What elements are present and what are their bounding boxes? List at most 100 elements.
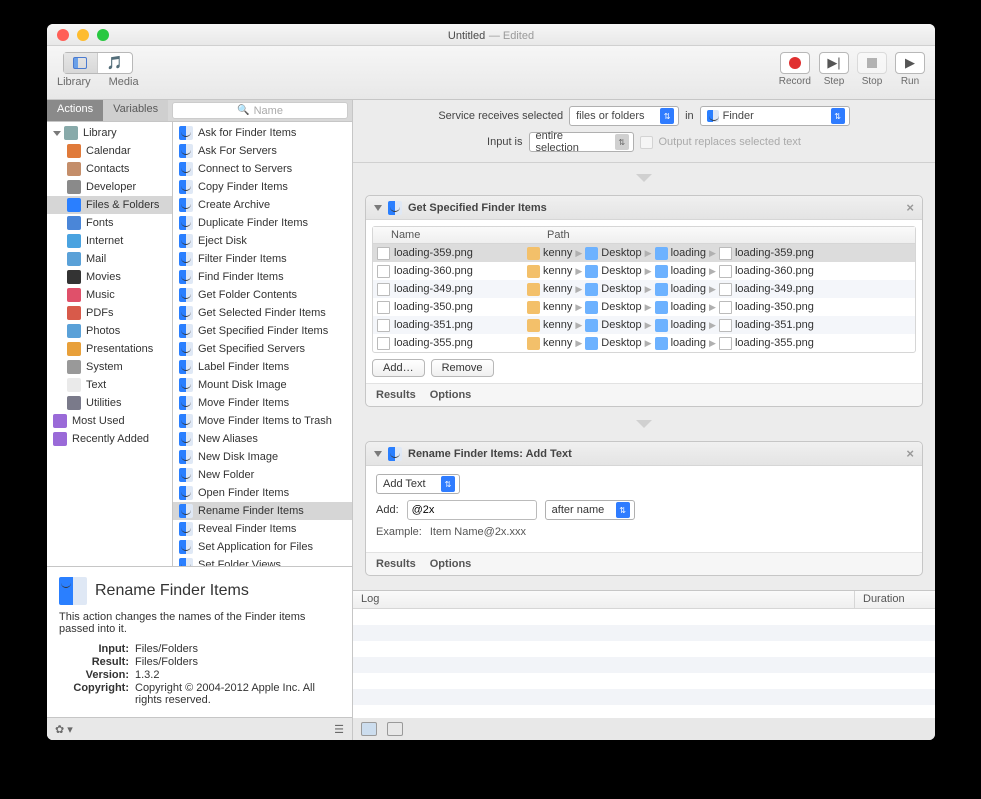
category-item[interactable]: Mail [47,250,172,268]
action-item[interactable]: Set Folder Views [173,556,352,566]
category-item[interactable]: Recently Added [47,430,172,448]
finder-icon [179,324,193,338]
action-item[interactable]: New Disk Image [173,448,352,466]
step-button[interactable]: ▶| [819,52,849,74]
finder-icon [59,577,87,605]
action-title: Rename Finder Items: Add Text [408,448,572,460]
record-button[interactable] [780,52,810,74]
remove-button[interactable]: Remove [431,359,494,377]
input-scope-select[interactable]: entire selection⇅ [529,132,634,152]
action-item[interactable]: Reveal Finder Items [173,520,352,538]
table-row[interactable]: loading-355.png kenny▶ Desktop▶ loading▶… [373,334,915,352]
workflow-area[interactable]: Get Specified Finder Items × Name Path l… [353,163,935,590]
action-item[interactable]: Move Finder Items [173,394,352,412]
action-item[interactable]: Mount Disk Image [173,376,352,394]
category-item[interactable]: Music [47,286,172,304]
image-icon [719,247,732,260]
category-item[interactable]: System [47,358,172,376]
action-item[interactable]: Eject Disk [173,232,352,250]
action-item[interactable]: Find Finder Items [173,268,352,286]
action-item[interactable]: Create Archive [173,196,352,214]
action-item[interactable]: Get Folder Contents [173,286,352,304]
columns-icon[interactable]: ☰ [334,723,344,736]
run-button[interactable]: ▶ [895,52,925,74]
action-item[interactable]: Get Specified Servers [173,340,352,358]
list-view-icon[interactable] [361,722,377,736]
add-text-input[interactable] [407,500,537,520]
action-item[interactable]: New Folder [173,466,352,484]
disclosure-icon[interactable] [374,205,382,211]
search-input[interactable]: 🔍 Name [172,102,348,119]
action-item[interactable]: Get Specified Finder Items [173,322,352,340]
table-row[interactable]: loading-359.png kenny▶ Desktop▶ loading▶… [373,244,915,262]
action-item[interactable]: Filter Finder Items [173,250,352,268]
category-item[interactable]: Presentations [47,340,172,358]
tab-actions[interactable]: Actions [47,100,103,121]
category-item[interactable]: Most Used [47,412,172,430]
category-item[interactable]: Library [47,124,172,142]
service-app-select[interactable]: Finder⇅ [700,106,850,126]
close-icon[interactable]: × [906,200,914,215]
category-item[interactable]: Fonts [47,214,172,232]
close-icon[interactable]: × [906,446,914,461]
disclosure-icon[interactable] [374,451,382,457]
table-row[interactable]: loading-349.png kenny▶ Desktop▶ loading▶… [373,280,915,298]
service-input-select[interactable]: files or folders⇅ [569,106,679,126]
category-item[interactable]: Utilities [47,394,172,412]
action-list[interactable]: Ask for Finder ItemsAsk For ServersConne… [173,122,352,566]
action-item[interactable]: Duplicate Finder Items [173,214,352,232]
position-select[interactable]: after name⇅ [545,500,635,520]
action-item[interactable]: Ask for Finder Items [173,124,352,142]
finder-items-table[interactable]: Name Path loading-359.png kenny▶ Desktop… [372,226,916,353]
action-item[interactable]: Get Selected Finder Items [173,304,352,322]
action-item[interactable]: New Aliases [173,430,352,448]
action-item[interactable]: Ask For Servers [173,142,352,160]
category-item[interactable]: Contacts [47,160,172,178]
category-item[interactable]: Developer [47,178,172,196]
category-item[interactable]: Movies [47,268,172,286]
image-icon [377,283,390,296]
folder-icon [585,247,598,260]
finder-icon [179,126,193,140]
finder-icon [179,288,193,302]
action-item[interactable]: Rename Finder Items [173,502,352,520]
finder-icon [179,378,193,392]
image-icon [377,319,390,332]
table-row[interactable]: loading-350.png kenny▶ Desktop▶ loading▶… [373,298,915,316]
category-item[interactable]: Internet [47,232,172,250]
library-toggle[interactable] [64,53,98,73]
results-button[interactable]: Results [376,389,416,401]
tab-variables[interactable]: Variables [103,100,168,121]
action-item[interactable]: Copy Finder Items [173,178,352,196]
options-button[interactable]: Options [430,389,472,401]
folder-icon [655,247,668,260]
gear-icon[interactable]: ✿ ▾ [55,723,73,736]
category-item[interactable]: Photos [47,322,172,340]
image-icon [719,283,732,296]
finder-icon [179,198,193,212]
media-toggle[interactable]: 🎵 [98,53,132,73]
action-item[interactable]: Open Finder Items [173,484,352,502]
category-item[interactable]: Text [47,376,172,394]
table-row[interactable]: loading-351.png kenny▶ Desktop▶ loading▶… [373,316,915,334]
category-list[interactable]: LibraryCalendarContactsDeveloperFiles & … [47,122,173,566]
action-item[interactable]: Set Application for Files [173,538,352,556]
category-item[interactable]: PDFs [47,304,172,322]
action-get-specified-finder-items: Get Specified Finder Items × Name Path l… [365,195,923,407]
table-row[interactable]: loading-360.png kenny▶ Desktop▶ loading▶… [373,262,915,280]
options-button[interactable]: Options [430,558,472,570]
category-item[interactable]: Files & Folders [47,196,172,214]
finder-icon [179,486,193,500]
add-button[interactable]: Add… [372,359,425,377]
description-panel: Rename Finder Items This action changes … [47,567,352,718]
folder-icon [585,301,598,314]
category-item[interactable]: Calendar [47,142,172,160]
action-item[interactable]: Connect to Servers [173,160,352,178]
home-icon [527,247,540,260]
log-view-icon[interactable] [387,722,403,736]
home-icon [527,265,540,278]
action-item[interactable]: Label Finder Items [173,358,352,376]
results-button[interactable]: Results [376,558,416,570]
action-item[interactable]: Move Finder Items to Trash [173,412,352,430]
rename-mode-select[interactable]: Add Text⇅ [376,474,460,494]
